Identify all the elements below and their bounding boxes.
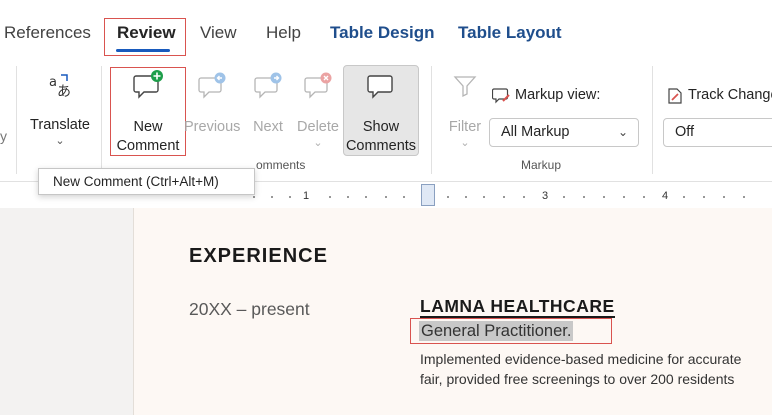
new-comment-tooltip: New Comment (Ctrl+Alt+M)	[38, 168, 255, 195]
ruler-indent-marker[interactable]	[421, 184, 435, 206]
document-page[interactable]: EXPERIENCE 20XX – present LAMNA HEALTHCA…	[133, 208, 772, 415]
clipped-edge-glyph: y	[0, 128, 7, 144]
previous-comment-button[interactable]: Previous	[184, 72, 240, 137]
previous-label: Previous	[184, 119, 241, 135]
job-title-selected[interactable]: General Practitioner.	[419, 321, 574, 341]
ribbon-separator	[431, 66, 432, 174]
filter-label: Filter	[448, 119, 482, 135]
track-changes-selected: Off	[675, 124, 695, 140]
markup-view-selected: All Markup	[501, 124, 570, 140]
show-comments-button[interactable]: Show Comments	[343, 65, 419, 156]
show-comments-icon	[344, 72, 418, 106]
ribbon-separator	[652, 66, 653, 174]
filter-icon	[442, 72, 488, 106]
ruler-number: 4	[662, 190, 669, 202]
next-label: Next	[253, 119, 283, 135]
description-line: Implemented evidence-based medicine for …	[420, 351, 742, 367]
tab-view[interactable]: View	[200, 22, 237, 44]
delete-comment-button[interactable]: Delete ⌄	[294, 72, 342, 149]
previous-comment-icon	[184, 72, 240, 106]
chevron-down-icon: ⌄	[313, 137, 323, 149]
next-comment-icon	[246, 72, 290, 106]
delete-comment-icon	[294, 72, 342, 106]
new-comment-icon	[112, 70, 184, 106]
track-changes-label: Track Changes	[688, 87, 772, 103]
date-range: 20XX – present	[189, 299, 310, 319]
company-name: LAMNA HEALTHCARE	[420, 296, 615, 318]
tab-table-design[interactable]: Table Design	[330, 22, 435, 44]
markup-view-label: Markup view:	[515, 87, 601, 103]
markup-view-dropdown[interactable]: All Markup ⌄	[489, 118, 639, 147]
comments-group-label: omments	[256, 158, 306, 172]
filter-button[interactable]: Filter ⌄	[442, 72, 488, 149]
ruler-number: 3	[542, 190, 549, 202]
tab-table-layout[interactable]: Table Layout	[458, 22, 562, 44]
tab-references[interactable]: References	[4, 22, 91, 44]
section-heading: EXPERIENCE	[189, 245, 328, 267]
chevron-down-icon: ⌄	[617, 125, 628, 139]
markup-group-label: Markup	[521, 158, 562, 172]
show-comments-label-line1: Show	[362, 119, 400, 135]
new-comment-label-line2: Comment	[116, 138, 180, 154]
svg-text:あ: あ	[57, 84, 71, 100]
svg-text:a: a	[49, 75, 57, 90]
translate-icon: a あ	[24, 72, 96, 106]
ribbon-tabs: References Review View Help Table Design…	[0, 0, 772, 58]
track-changes-dropdown[interactable]: Off	[663, 118, 772, 147]
chevron-down-icon: ⌄	[460, 137, 470, 149]
chevron-down-icon: ⌄	[55, 135, 65, 147]
active-tab-indicator	[116, 49, 170, 52]
track-changes-icon	[666, 87, 684, 110]
ribbon-separator	[101, 66, 102, 174]
ribbon: y a あ Translate ⌄ New Comment Previous N…	[0, 58, 772, 182]
translate-button[interactable]: a あ Translate ⌄	[24, 72, 96, 147]
new-comment-label-line1: New	[133, 119, 163, 135]
ribbon-separator	[16, 66, 17, 174]
ruler-number: 1	[303, 190, 310, 202]
show-comments-label-line2: Comments	[345, 138, 417, 154]
translate-label: Translate	[30, 117, 90, 133]
delete-label: Delete	[297, 119, 339, 135]
tab-help[interactable]: Help	[266, 22, 301, 44]
document-canvas: EXPERIENCE 20XX – present LAMNA HEALTHCA…	[0, 208, 772, 415]
next-comment-button[interactable]: Next	[246, 72, 290, 137]
new-comment-button[interactable]: New Comment	[112, 70, 184, 156]
tab-review[interactable]: Review	[117, 22, 176, 44]
markup-view-icon	[491, 86, 512, 111]
description-line: fair, provided free screenings to over 2…	[420, 371, 735, 387]
